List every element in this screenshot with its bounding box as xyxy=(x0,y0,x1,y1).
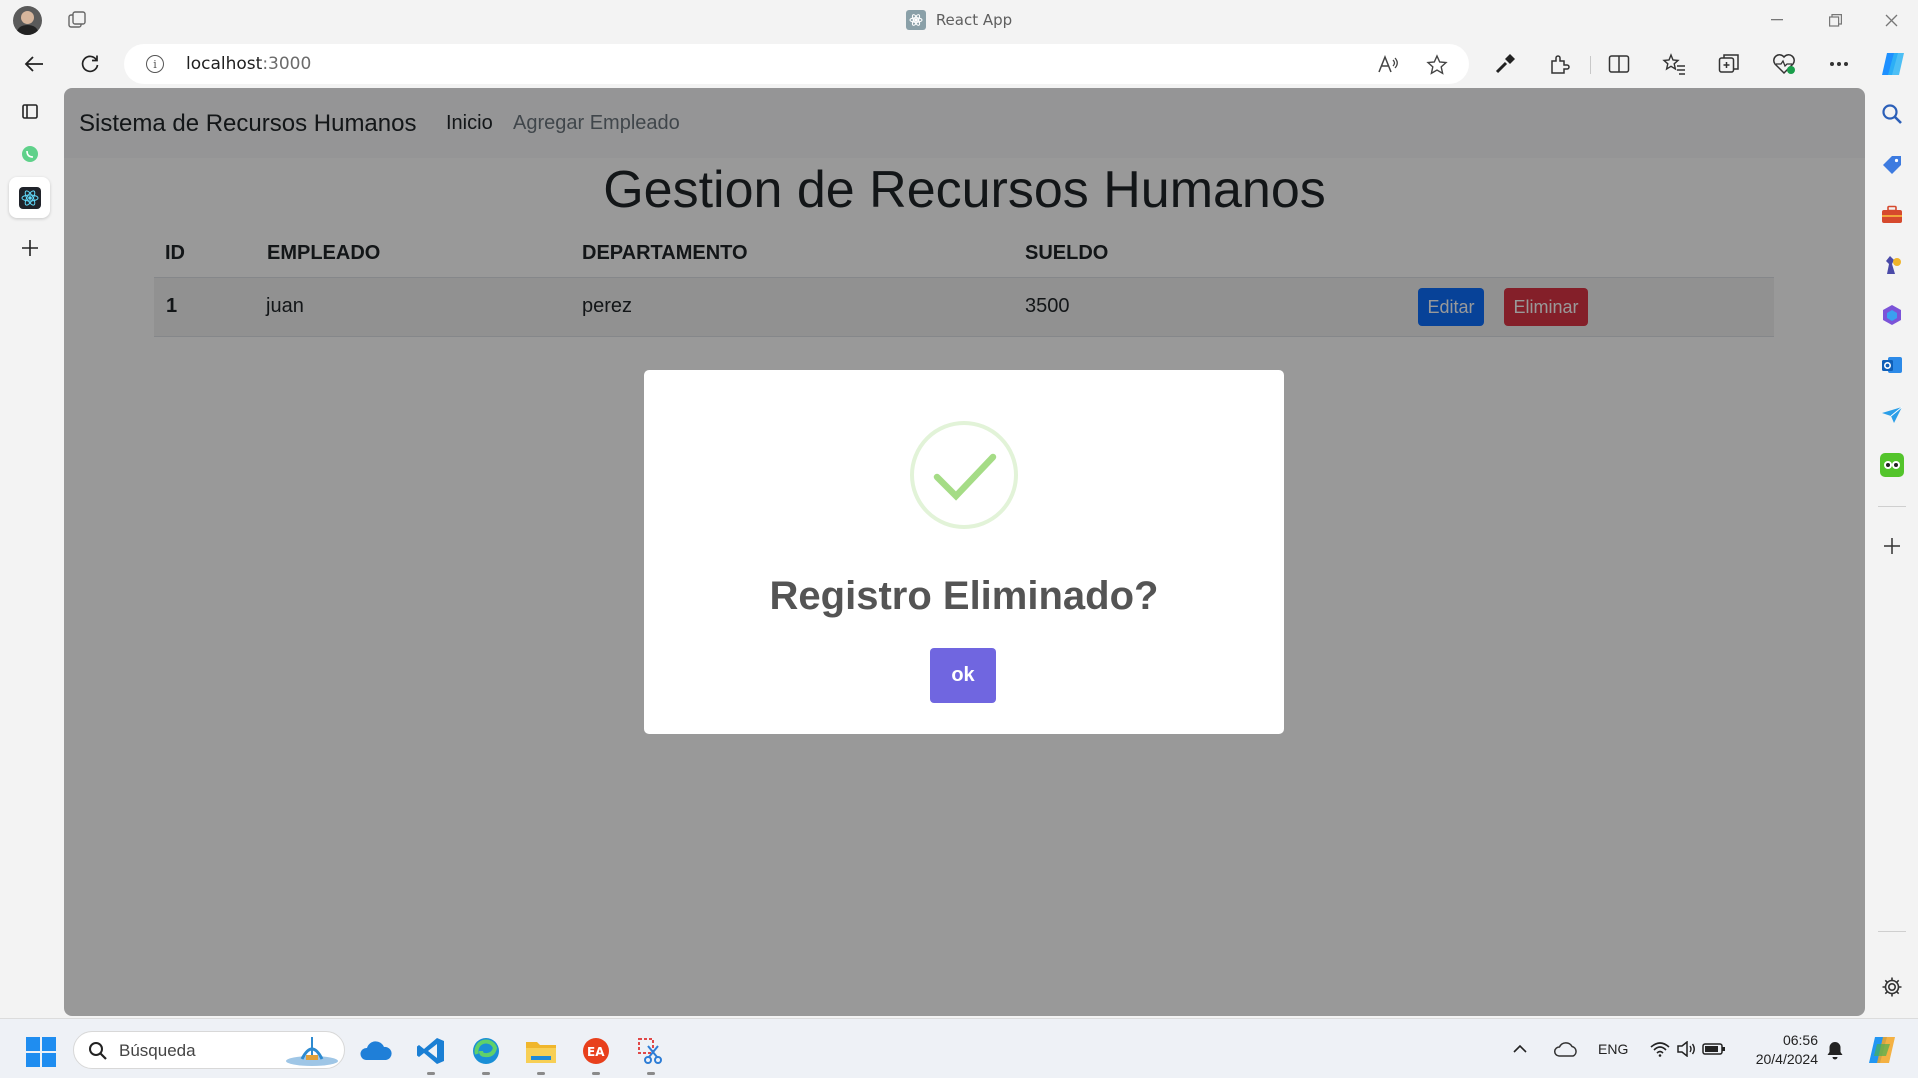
page-viewport: Sistema de Recursos Humanos Inicio Agreg… xyxy=(64,88,1865,1016)
folder-icon xyxy=(526,1042,556,1063)
search-icon xyxy=(89,1042,107,1060)
dialog-title: Registro Eliminado? xyxy=(769,574,1159,618)
drop-send-icon[interactable] xyxy=(1880,403,1904,427)
alert-dialog: Registro Eliminado? ok xyxy=(644,370,1284,734)
read-aloud-icon[interactable] xyxy=(1375,52,1401,78)
sidebar-add-icon[interactable] xyxy=(1880,534,1904,558)
title-bar: React App xyxy=(0,0,1918,40)
site-info-icon[interactable]: i xyxy=(146,55,164,73)
sidebar-settings-gear-icon[interactable] xyxy=(1880,975,1904,999)
running-indicator xyxy=(537,1072,545,1075)
tab-actions-icon xyxy=(21,103,38,119)
snipping-tool-icon xyxy=(638,1038,662,1064)
windows-start-icon[interactable] xyxy=(26,1037,56,1067)
copilot-icon[interactable] xyxy=(1877,48,1909,80)
refresh-icon xyxy=(81,55,99,73)
taskbar-file-explorer[interactable] xyxy=(523,1033,559,1075)
games-icon[interactable] xyxy=(1880,253,1904,277)
ok-button[interactable]: ok xyxy=(930,648,996,703)
extensions-icon[interactable] xyxy=(1543,48,1575,80)
collections-icon[interactable] xyxy=(1713,48,1745,80)
taskbar-snipping-tool[interactable] xyxy=(633,1033,669,1075)
toolbar-divider xyxy=(1590,56,1591,74)
sidebar-divider-bottom xyxy=(1878,931,1906,932)
back-arrow-icon xyxy=(24,56,43,72)
search-highlight-fountain-icon xyxy=(286,1037,338,1066)
tools-briefcase-icon[interactable] xyxy=(1880,203,1904,227)
sidebar-search-icon[interactable] xyxy=(1880,102,1904,126)
taskbar-vscode[interactable] xyxy=(413,1033,449,1075)
url-host: localhost xyxy=(186,54,263,74)
copilot-taskbar-icon[interactable] xyxy=(1866,1034,1898,1066)
back-button[interactable] xyxy=(16,48,52,80)
tab-whatsapp[interactable] xyxy=(9,133,50,174)
chevron-up-icon[interactable] xyxy=(1512,1044,1528,1054)
sidebar-divider xyxy=(1878,506,1906,507)
new-tab-button[interactable] xyxy=(9,227,50,268)
svg-text:EA: EA xyxy=(587,1045,605,1059)
taskbar-search-box[interactable]: Búsqueda xyxy=(73,1031,345,1069)
onedrive-cloud-icon xyxy=(360,1041,392,1060)
favorites-icon[interactable] xyxy=(1658,48,1690,80)
tab-react-app[interactable] xyxy=(9,177,50,218)
clock-date: 20/4/2024 xyxy=(1755,1051,1818,1067)
window-title: React App xyxy=(0,0,1918,40)
battery-icon[interactable] xyxy=(1702,1041,1726,1057)
eyedropper-icon[interactable] xyxy=(1489,48,1521,80)
duolingo-icon[interactable] xyxy=(1880,453,1904,477)
outlook-icon[interactable] xyxy=(1880,353,1904,377)
system-tray: ENG xyxy=(1512,1019,1726,1078)
taskbar-clock[interactable]: 06:56 20/4/2024 xyxy=(1740,1031,1818,1069)
workspaces-icon[interactable] xyxy=(68,11,87,28)
success-check-icon xyxy=(910,421,1018,529)
minimize-button[interactable] xyxy=(1748,0,1806,40)
volume-icon[interactable] xyxy=(1676,1041,1696,1057)
window-title-text: React App xyxy=(935,11,1013,29)
browser-toolbar: i localhost:3000 xyxy=(0,40,1918,88)
taskbar-edge[interactable] xyxy=(468,1033,504,1075)
more-options-icon[interactable] xyxy=(1823,48,1855,80)
react-favicon-icon xyxy=(905,10,926,30)
favorite-star-icon[interactable] xyxy=(1424,52,1450,78)
profile-avatar[interactable] xyxy=(13,6,42,35)
microsoft-365-icon[interactable] xyxy=(1880,303,1904,327)
edge-browser-icon xyxy=(473,1038,499,1064)
refresh-button[interactable] xyxy=(72,48,108,80)
onedrive-tray-icon[interactable] xyxy=(1554,1041,1578,1057)
clock-time: 06:56 xyxy=(1782,1032,1818,1048)
search-placeholder: Búsqueda xyxy=(119,1041,196,1060)
close-button[interactable] xyxy=(1862,0,1918,40)
vscode-icon xyxy=(417,1038,444,1064)
taskbar-onedrive[interactable] xyxy=(358,1033,394,1069)
vertical-tabs-strip xyxy=(0,88,62,1018)
windows-taskbar: Búsqueda EA ENG 06:56 20/4/2024 xyxy=(0,1018,1918,1078)
url-port: :3000 xyxy=(262,54,312,74)
ea-app-icon: EA xyxy=(583,1038,609,1064)
browser-essentials-icon[interactable] xyxy=(1768,48,1800,80)
close-icon xyxy=(1885,14,1897,26)
whatsapp-icon xyxy=(21,145,38,162)
wifi-icon[interactable] xyxy=(1650,1041,1670,1057)
minimize-icon xyxy=(1771,19,1783,21)
react-icon xyxy=(18,186,41,209)
url-text[interactable]: localhost:3000 xyxy=(186,54,311,74)
address-bar[interactable]: i localhost:3000 xyxy=(124,44,1469,84)
running-indicator xyxy=(647,1072,655,1075)
running-indicator xyxy=(482,1072,490,1075)
notification-bell-icon[interactable] xyxy=(1826,1040,1844,1060)
running-indicator xyxy=(592,1072,600,1075)
restore-icon xyxy=(1828,13,1842,27)
language-indicator[interactable]: ENG xyxy=(1598,1041,1628,1057)
running-indicator xyxy=(427,1072,435,1075)
shopping-tag-icon[interactable] xyxy=(1880,153,1904,177)
taskbar-ea-app[interactable]: EA xyxy=(578,1033,614,1075)
tab-actions-menu[interactable] xyxy=(9,90,50,131)
plus-icon xyxy=(21,239,38,256)
split-screen-icon[interactable] xyxy=(1603,48,1635,80)
restore-button[interactable] xyxy=(1806,0,1864,40)
edge-sidebar xyxy=(1866,88,1918,1018)
